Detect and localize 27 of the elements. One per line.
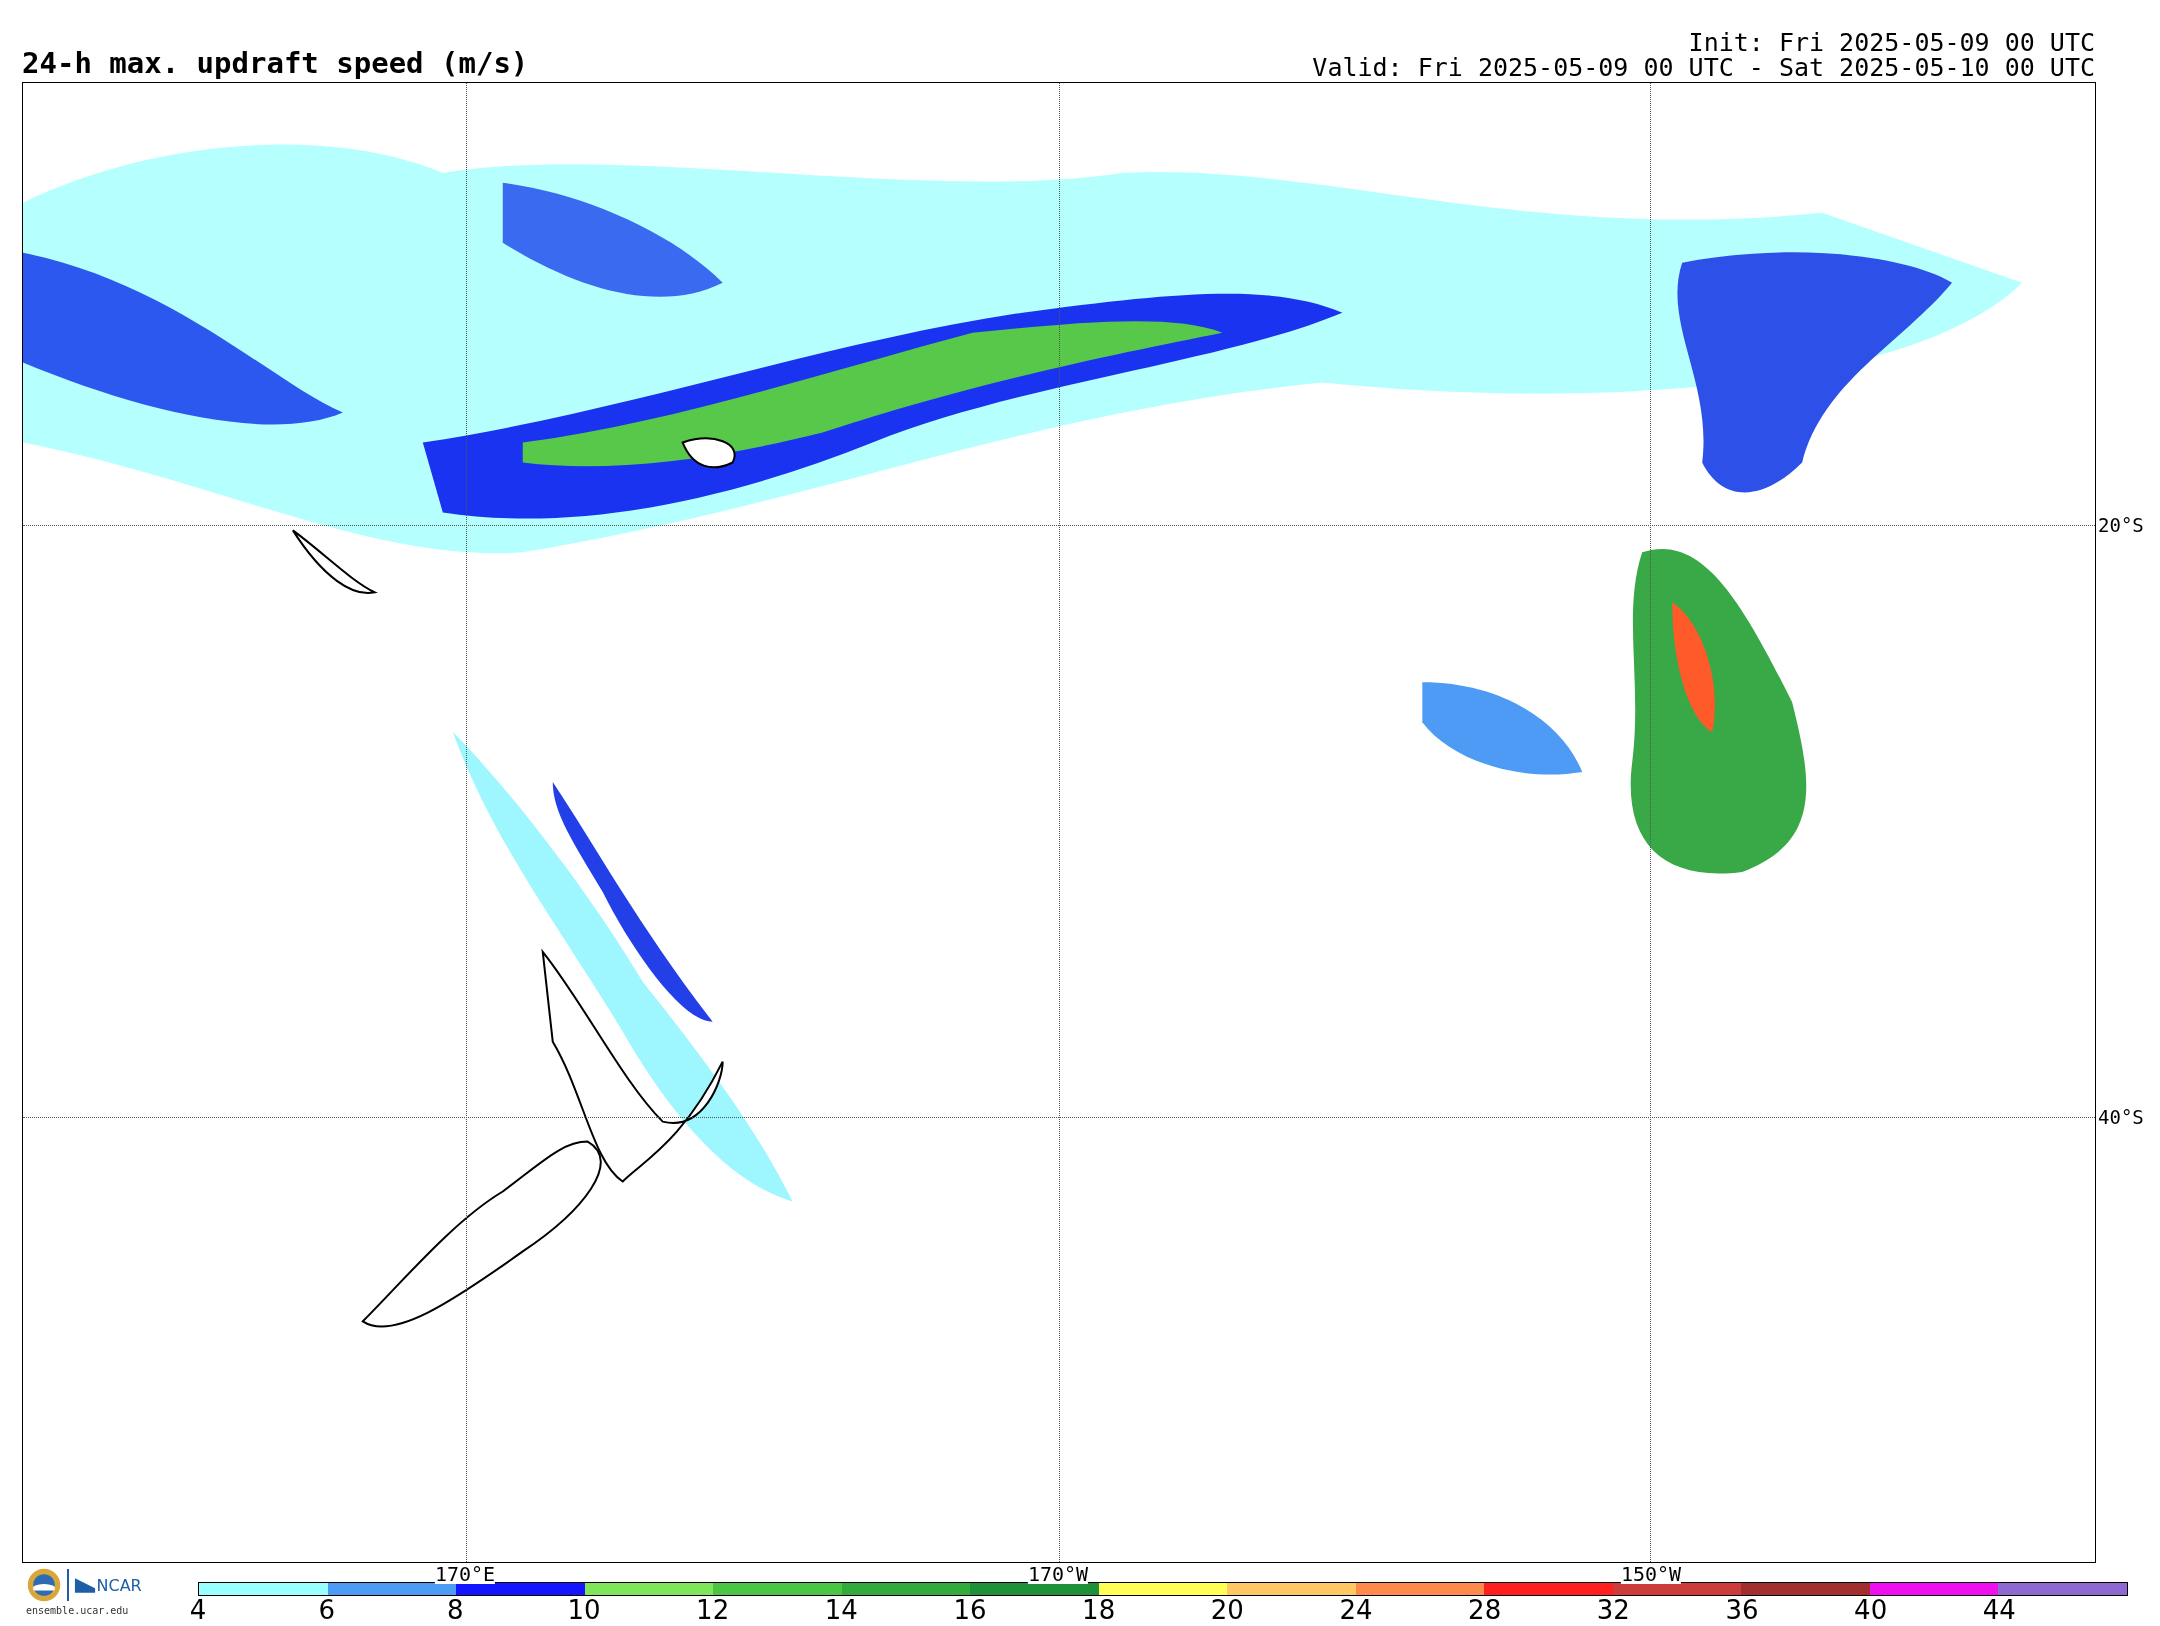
- init-time: Init: Fri 2025-05-09 00 UTC: [1688, 30, 2095, 55]
- ncar-logo-icon: [73, 1576, 96, 1594]
- colorbar-tick-label: 8: [447, 1597, 464, 1623]
- colorbar-tick-label: 4: [189, 1597, 207, 1623]
- colorbar-tick-label: 24: [1339, 1597, 1373, 1623]
- latitude-label: 20°S: [2098, 515, 2144, 535]
- valid-time: Valid: Fri 2025-05-09 00 UTC - Sat 2025-05-10 00 UTC: [1312, 55, 2095, 80]
- site-url: ensemble.ucar.edu: [26, 1605, 130, 1616]
- colorbar-tick-label: 28: [1468, 1597, 1502, 1623]
- longitude-label: 170°E: [434, 1564, 496, 1584]
- longitude-label: 150°W: [1620, 1564, 1682, 1584]
- colorbar-tick-label: 16: [953, 1597, 987, 1623]
- colorbar-tick-label: 10: [567, 1597, 601, 1623]
- colorbar-tick-label: 12: [696, 1597, 730, 1623]
- colorbar-tick-label: 6: [318, 1597, 335, 1623]
- logo-text: NCAR: [96, 1575, 142, 1595]
- colorbar-tick-label: 20: [1210, 1597, 1244, 1623]
- chart-title: 24-h max. updraft speed (m/s): [22, 49, 529, 78]
- colorbar-tick-label: 40: [1854, 1597, 1888, 1623]
- longitude-label: 170°W: [1027, 1564, 1089, 1584]
- emblem-icon: [26, 1567, 62, 1603]
- colorbar-tick-label: 32: [1596, 1597, 1630, 1623]
- colorbar-tick-label: 14: [824, 1597, 858, 1623]
- colorbar-tick-label: 18: [1082, 1597, 1116, 1623]
- colorbar-tick-label: 36: [1725, 1597, 1759, 1623]
- latitude-label: 40°S: [2098, 1107, 2144, 1127]
- colorbar-tick-label: 44: [1982, 1597, 2016, 1623]
